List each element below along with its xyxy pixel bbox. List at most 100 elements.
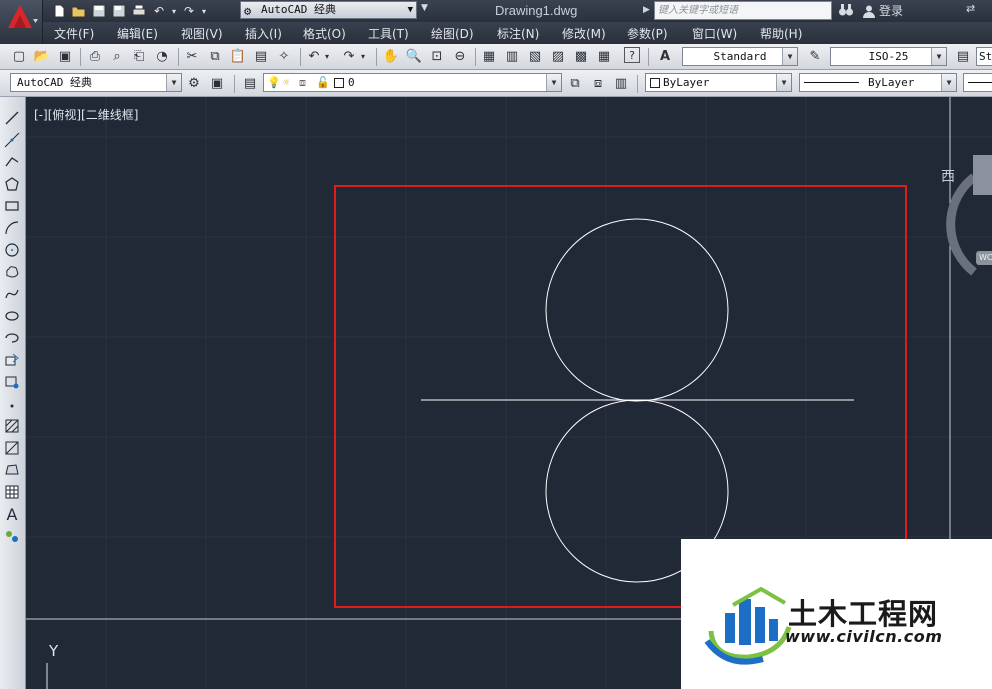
menu-tools[interactable]: 工具(T) — [368, 25, 409, 42]
gradient-icon[interactable] — [3, 439, 21, 457]
menu-draw[interactable]: 绘图(D) — [431, 25, 474, 42]
ellipse-arc-icon[interactable] — [3, 329, 21, 347]
table-style-select[interactable]: St — [976, 47, 992, 66]
color-value: ByLayer — [663, 76, 710, 89]
menu-parameter[interactable]: 参数(P) — [627, 25, 668, 42]
plot-icon[interactable]: ⎙ — [86, 47, 104, 65]
redo-icon[interactable]: ↷ — [340, 47, 358, 65]
point-icon[interactable] — [3, 397, 21, 415]
3d-dwf-icon[interactable]: ◔ — [153, 47, 171, 65]
arc-icon[interactable] — [3, 219, 21, 237]
layer-previous-icon[interactable]: ⧈ — [589, 74, 607, 92]
menu-modify[interactable]: 修改(M) — [562, 25, 606, 42]
line-icon[interactable] — [3, 109, 21, 127]
cut-icon[interactable]: ✂ — [183, 47, 201, 65]
customize-qat-icon[interactable]: ▼ — [421, 3, 428, 13]
undo-icon[interactable]: ↶ — [305, 47, 323, 65]
region-icon[interactable] — [3, 461, 21, 479]
hatch-icon[interactable] — [3, 417, 21, 435]
dim-style-select[interactable]: ISO-25 ▼ — [830, 47, 947, 66]
insert-block-icon[interactable] — [3, 351, 21, 369]
table-style-icon[interactable]: ▤ — [954, 47, 972, 65]
color-swatch — [650, 78, 660, 88]
wcs-badge[interactable]: WC — [976, 251, 992, 265]
make-current-layer-icon[interactable]: ⧉ — [566, 74, 584, 92]
search-expand-icon[interactable]: ▶ — [643, 5, 650, 15]
viewport-controls-label[interactable]: [-][俯视][二维线框] — [34, 106, 138, 123]
redo-icon[interactable]: ↷ — [180, 2, 198, 20]
new-icon[interactable]: ▢ — [10, 47, 28, 65]
sheet-set-icon[interactable]: ▨ — [549, 47, 567, 65]
undo-dropdown-icon[interactable]: ▾ — [322, 47, 332, 65]
lineweight-select[interactable] — [963, 73, 992, 92]
menu-window[interactable]: 窗口(W) — [692, 25, 737, 42]
revision-cloud-icon[interactable] — [3, 263, 21, 281]
menu-dimension[interactable]: 标注(N) — [497, 25, 539, 42]
rectangle-icon[interactable] — [3, 197, 21, 215]
text-style-select[interactable]: Standard ▼ — [682, 47, 798, 66]
tool-palettes-icon[interactable]: ▧ — [526, 47, 544, 65]
save-icon[interactable]: ▣ — [56, 47, 74, 65]
workspace-save-icon[interactable]: ▣ — [208, 74, 226, 92]
paste-icon[interactable]: 📋 — [229, 47, 247, 65]
polyline-icon[interactable] — [3, 153, 21, 171]
add-selected-icon[interactable] — [3, 527, 21, 545]
linetype-select[interactable]: ByLayer ▼ — [799, 73, 957, 92]
print-icon[interactable] — [130, 2, 148, 20]
new-file-icon[interactable] — [50, 2, 68, 20]
color-select[interactable]: ByLayer ▼ — [645, 73, 792, 92]
exchange-arrows-icon[interactable]: ⇄ — [966, 2, 975, 15]
help-icon[interactable]: ? — [624, 47, 640, 63]
text-style-icon[interactable]: A — [656, 47, 674, 65]
layer-state-manager-icon[interactable]: ▥ — [612, 74, 630, 92]
publish-icon[interactable]: ⎗ — [130, 47, 148, 65]
menu-file[interactable]: 文件(F) — [54, 25, 94, 42]
search-input[interactable]: 键入关键字或短语 — [654, 1, 832, 20]
redo-dropdown-icon[interactable]: ▾ — [200, 2, 208, 20]
markup-icon[interactable]: ▩ — [572, 47, 590, 65]
multiline-text-icon[interactable]: A — [3, 505, 21, 524]
application-menu-button[interactable] — [0, 0, 43, 44]
zoom-window-icon[interactable]: ⊡ — [428, 47, 446, 65]
menu-edit[interactable]: 编辑(E) — [117, 25, 158, 42]
zoom-realtime-icon[interactable]: 🔍 — [405, 47, 423, 65]
workspace-settings-icon[interactable]: ⚙ — [185, 74, 203, 92]
menu-insert[interactable]: 插入(I) — [245, 25, 282, 42]
viewcube-west-label[interactable]: 西 — [941, 166, 955, 186]
undo-icon[interactable]: ↶ — [150, 2, 168, 20]
match-properties-icon[interactable]: ▤ — [252, 47, 270, 65]
workspace-select[interactable]: ⚙ AutoCAD 经典 ▼ — [240, 1, 417, 19]
dim-style-icon[interactable]: ✎ — [806, 47, 824, 65]
menu-format[interactable]: 格式(O) — [303, 25, 346, 42]
open-icon[interactable]: 📂 — [33, 47, 51, 65]
redo-dropdown-icon[interactable]: ▾ — [358, 47, 368, 65]
zoom-previous-icon[interactable]: ⊖ — [451, 47, 469, 65]
circle-icon[interactable] — [3, 241, 21, 259]
binoculars-icon[interactable] — [838, 2, 854, 21]
ellipse-icon[interactable] — [3, 307, 21, 325]
polygon-icon[interactable] — [3, 175, 21, 193]
properties-icon[interactable]: ▦ — [480, 47, 498, 65]
quickcalc-icon[interactable]: ▦ — [595, 47, 613, 65]
viewcube[interactable] — [973, 155, 992, 195]
menu-view[interactable]: 视图(V) — [181, 25, 223, 42]
workspace-combo[interactable]: AutoCAD 经典 ▼ — [10, 73, 182, 92]
open-file-icon[interactable] — [70, 2, 88, 20]
login-button[interactable]: 登录 — [862, 2, 903, 19]
save-icon[interactable] — [90, 2, 108, 20]
layer-select[interactable]: 💡 ☼ ⧈ 🔓 0 ▼ — [263, 73, 562, 92]
copy-icon[interactable]: ⧉ — [206, 47, 224, 65]
block-editor-icon[interactable]: ✧ — [275, 47, 293, 65]
table-icon[interactable] — [3, 483, 21, 501]
save-as-icon[interactable] — [110, 2, 128, 20]
plot-preview-icon[interactable]: ⌕ — [108, 47, 126, 65]
undo-dropdown-icon[interactable]: ▾ — [170, 2, 178, 20]
design-center-icon[interactable]: ▥ — [503, 47, 521, 65]
layer-properties-icon[interactable]: ▤ — [241, 74, 259, 92]
spline-icon[interactable] — [3, 285, 21, 303]
pan-icon[interactable]: ✋ — [382, 47, 400, 65]
viewcube-ring[interactable] — [946, 173, 977, 276]
make-block-icon[interactable] — [3, 373, 21, 391]
construction-line-icon[interactable] — [3, 131, 21, 149]
menu-help[interactable]: 帮助(H) — [760, 25, 802, 42]
